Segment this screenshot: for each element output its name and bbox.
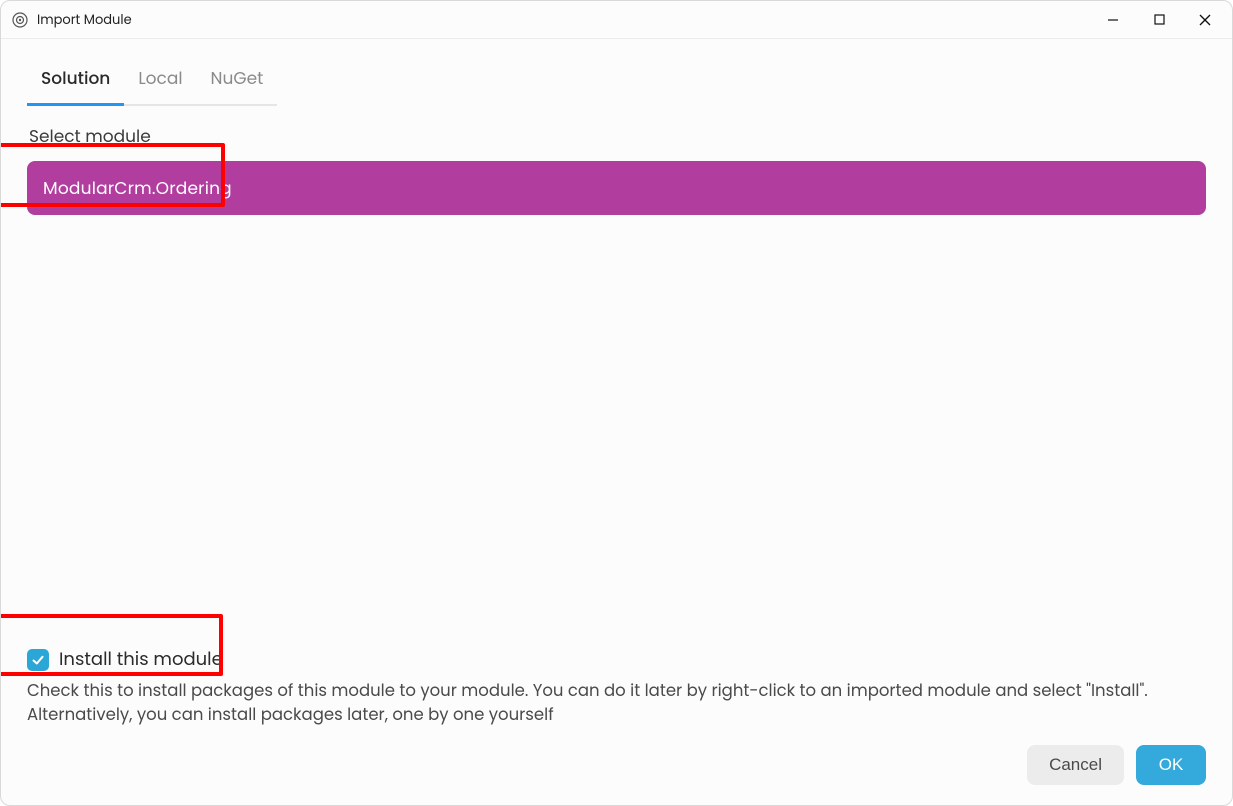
minimize-button[interactable]	[1090, 1, 1136, 38]
app-icon	[11, 11, 29, 29]
install-checkbox-label[interactable]: Install this module	[59, 646, 223, 673]
dialog-body: Solution Local NuGet Select module Modul…	[1, 39, 1232, 805]
titlebar: Import Module	[1, 1, 1232, 39]
import-module-window: Import Module Solution Local NuGet S	[0, 0, 1233, 806]
window-title: Import Module	[37, 10, 132, 30]
bottom-area: Install this module Check this to instal…	[27, 646, 1206, 789]
module-row[interactable]: ModularCrm.Ordering	[27, 161, 1206, 215]
install-check-row: Install this module	[27, 646, 1206, 673]
tab-nuget[interactable]: NuGet	[197, 57, 278, 106]
tabs: Solution Local NuGet	[27, 57, 1206, 107]
maximize-button[interactable]	[1136, 1, 1182, 38]
tab-solution[interactable]: Solution	[27, 57, 124, 106]
tab-local[interactable]: Local	[124, 57, 196, 106]
install-help-text: Check this to install packages of this m…	[27, 679, 1187, 727]
install-checkbox[interactable]	[27, 649, 49, 671]
cancel-button[interactable]: Cancel	[1027, 745, 1124, 785]
window-controls	[1090, 1, 1228, 38]
select-module-label: Select module	[29, 123, 1206, 149]
close-button[interactable]	[1182, 1, 1228, 38]
dialog-buttons: Cancel OK	[27, 745, 1206, 785]
module-list: ModularCrm.Ordering	[27, 161, 1206, 215]
ok-button[interactable]: OK	[1136, 745, 1206, 785]
